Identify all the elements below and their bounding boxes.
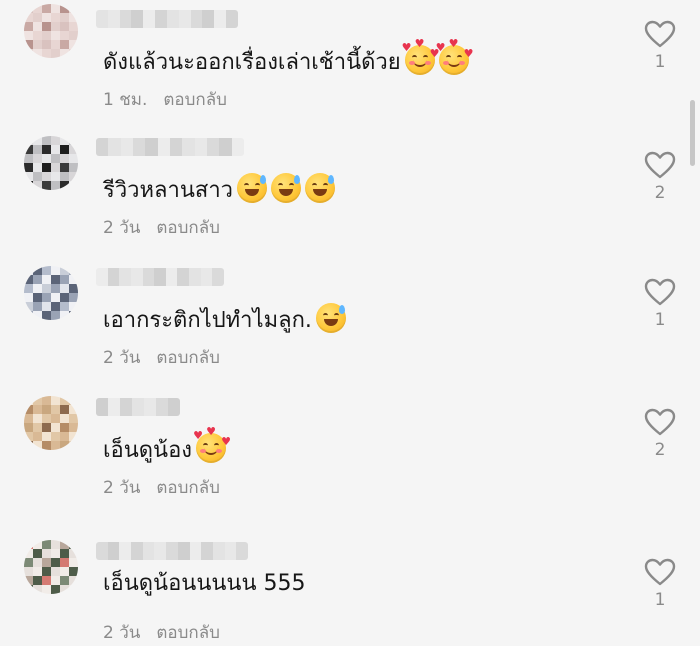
comment-timestamp: 2 วัน <box>103 218 141 238</box>
reply-button[interactable]: ตอบกลับ <box>156 348 220 368</box>
like-button[interactable]: 2 <box>641 151 679 203</box>
comment-text-content: เอากระติกไปทำไมลูก. <box>103 308 312 333</box>
heart-icon[interactable] <box>644 558 676 586</box>
comment-meta: 1 ชม. ตอบกลับ <box>103 86 227 113</box>
avatar[interactable] <box>24 136 78 190</box>
reply-button[interactable]: ตอบกลับ <box>163 90 227 110</box>
comment-meta: 2 วัน ตอบกลับ <box>103 344 220 371</box>
grinning-sweat-icon <box>315 303 346 333</box>
comment-text-content: ดังแล้วนะออกเรื่องเล่าเช้านี้ด้วย <box>103 50 401 75</box>
comment-timestamp: 2 วัน <box>103 478 141 498</box>
comment-text: ดังแล้วนะออกเรื่องเล่าเช้านี้ด้วย ♥ ♥ ♥ ♥ ♥ ♥ <box>103 38 474 77</box>
like-button[interactable]: 1 <box>641 278 679 330</box>
comment-text: เอากระติกไปทำไมลูก. <box>103 303 346 335</box>
heart-icon[interactable] <box>644 278 676 306</box>
smiling-face-with-hearts-icon: ♥ ♥ ♥ <box>436 38 474 75</box>
grinning-sweat-icon <box>237 173 268 203</box>
like-count: 1 <box>654 590 666 610</box>
avatar[interactable] <box>24 266 78 320</box>
comment-text-content: เอ็นดูน้อนนนนน 555 <box>103 571 306 596</box>
heart-icon[interactable] <box>644 408 676 436</box>
reply-button[interactable]: ตอบกลับ <box>156 478 220 498</box>
username[interactable] <box>96 542 248 560</box>
like-button[interactable]: 1 <box>641 20 679 72</box>
username[interactable] <box>96 138 244 156</box>
like-count: 2 <box>654 183 666 203</box>
heart-icon[interactable] <box>644 20 676 48</box>
avatar[interactable] <box>24 4 78 58</box>
grinning-sweat-icon <box>305 173 336 203</box>
scrollbar[interactable] <box>690 100 695 166</box>
avatar[interactable] <box>24 540 78 594</box>
reply-button[interactable]: ตอบกลับ <box>156 218 220 238</box>
smiling-face-with-hearts-icon: ♥ ♥ ♥ <box>193 426 231 463</box>
like-button[interactable]: 1 <box>641 558 679 610</box>
like-count: 1 <box>654 310 666 330</box>
username[interactable] <box>96 398 180 416</box>
like-count: 1 <box>654 52 666 72</box>
smiling-face-with-hearts-icon: ♥ ♥ ♥ <box>402 38 440 75</box>
comment-text-content: เอ็นดูน้อง <box>103 438 193 463</box>
comment-meta: 2 วัน ตอบกลับ <box>103 474 220 501</box>
heart-icon[interactable] <box>644 151 676 179</box>
comment-text: รีวิวหลานสาว <box>103 173 336 205</box>
reply-button[interactable]: ตอบกลับ <box>156 623 220 643</box>
like-count: 2 <box>654 440 666 460</box>
username[interactable] <box>96 268 224 286</box>
comment-meta: 2 วัน ตอบกลับ <box>103 619 220 646</box>
comment-timestamp: 1 ชม. <box>103 90 148 110</box>
avatar[interactable] <box>24 396 78 450</box>
comment-text: เอ็นดูน้อง ♥ ♥ ♥ <box>103 426 231 465</box>
comment-timestamp: 2 วัน <box>103 348 141 368</box>
comment-text-content: รีวิวหลานสาว <box>103 178 234 203</box>
comment-meta: 2 วัน ตอบกลับ <box>103 214 220 241</box>
comment-text: เอ็นดูน้อนนนนน 555 <box>103 570 306 598</box>
like-button[interactable]: 2 <box>641 408 679 460</box>
username[interactable] <box>96 10 238 28</box>
grinning-sweat-icon <box>271 173 302 203</box>
comment-timestamp: 2 วัน <box>103 623 141 643</box>
